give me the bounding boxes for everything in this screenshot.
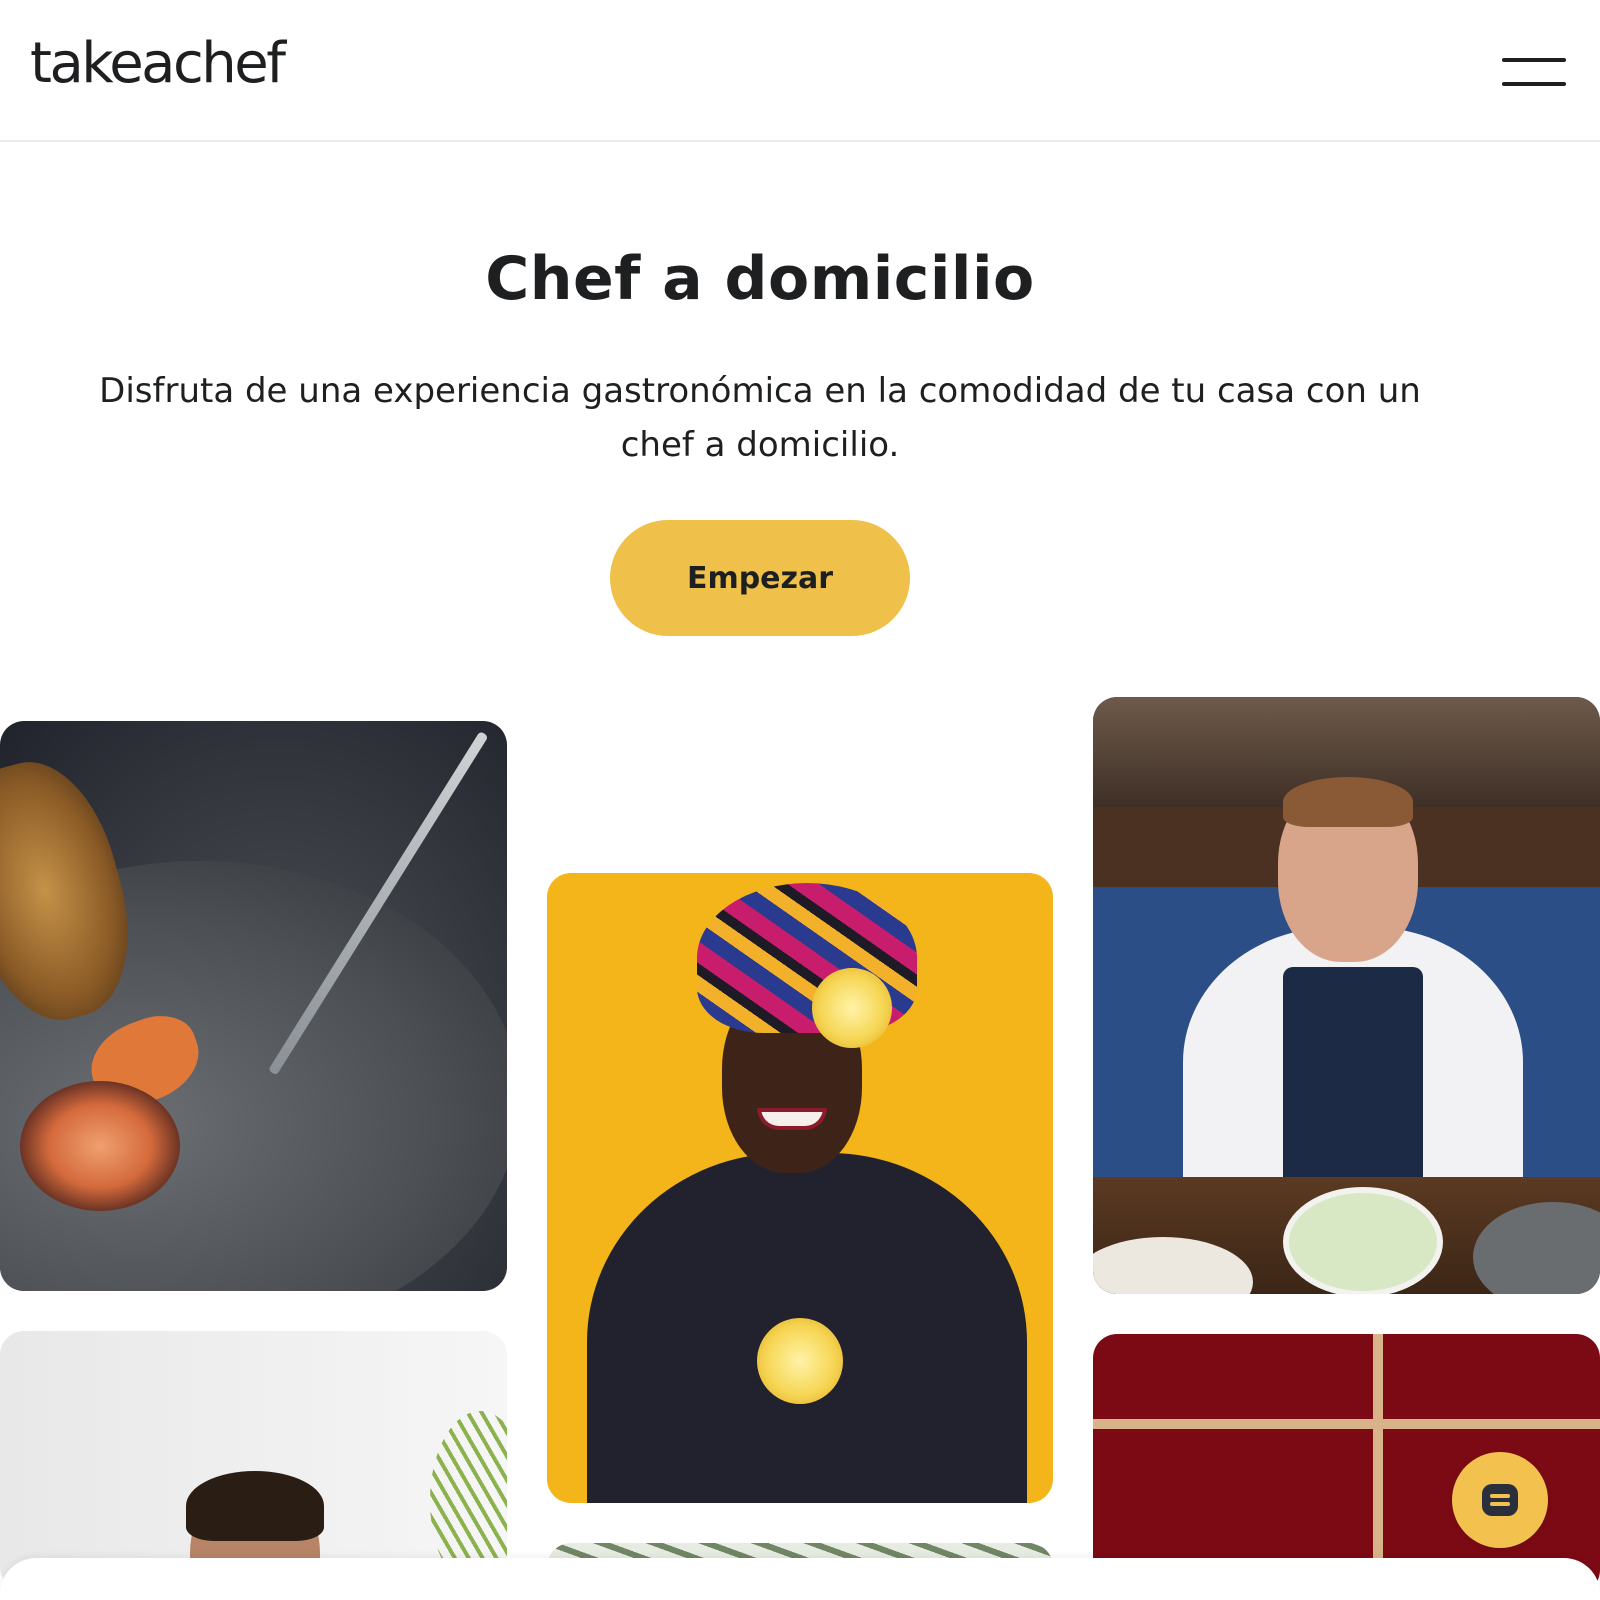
chef-hair bbox=[1283, 777, 1413, 827]
lemon-half-hand bbox=[757, 1318, 843, 1404]
apron bbox=[1283, 967, 1423, 1197]
menu-line-top bbox=[1502, 58, 1566, 62]
window-frame-horizontal bbox=[1093, 1419, 1600, 1429]
page: takeachef Chef a domicilio Disfruta de u… bbox=[0, 0, 1600, 1600]
logo[interactable]: takeachef bbox=[30, 36, 286, 92]
start-button[interactable]: Empezar bbox=[610, 520, 910, 636]
chat-button[interactable] bbox=[1452, 1452, 1548, 1548]
lemon-half-eye bbox=[812, 968, 892, 1048]
chat-icon bbox=[1482, 1484, 1518, 1516]
chef-woman-photo bbox=[547, 873, 1053, 1503]
page-title: Chef a domicilio bbox=[485, 244, 1035, 314]
smile bbox=[757, 1108, 827, 1130]
chef-hair bbox=[186, 1471, 324, 1541]
chef-man-photo bbox=[1093, 697, 1600, 1294]
hamburger-menu-icon[interactable] bbox=[1500, 52, 1568, 92]
hero-subtitle: Disfruta de una experiencia gastronómica… bbox=[99, 371, 1421, 465]
window-frame-vertical bbox=[1373, 1334, 1383, 1594]
dish-center bbox=[1283, 1187, 1443, 1294]
bottom-sheet[interactable] bbox=[0, 1558, 1600, 1600]
site-header: takeachef bbox=[0, 0, 1600, 142]
chef-portrait-photo bbox=[0, 1331, 507, 1591]
plated-dish-photo bbox=[0, 721, 507, 1291]
menu-line-bottom bbox=[1502, 82, 1566, 86]
fig-half bbox=[20, 1081, 180, 1211]
